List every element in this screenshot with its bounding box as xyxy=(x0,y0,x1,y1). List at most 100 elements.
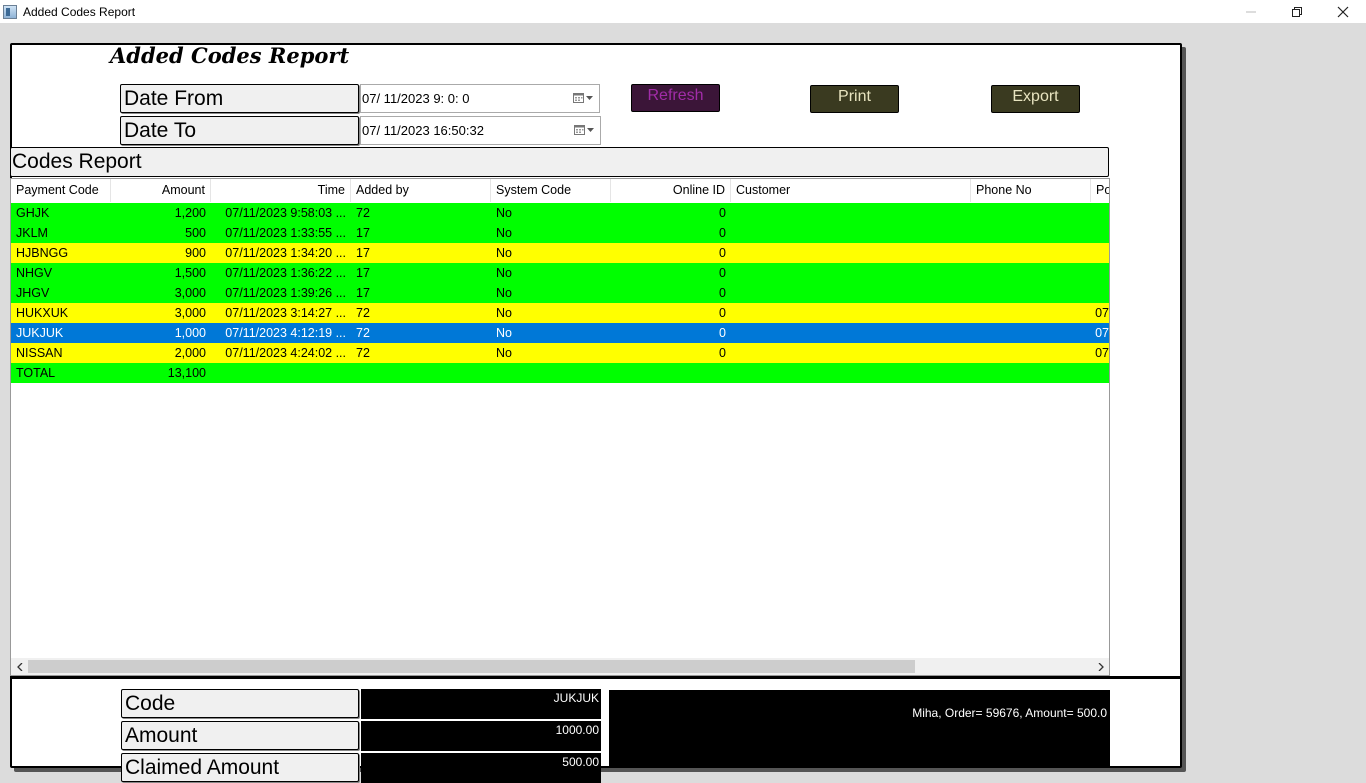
column-header-time[interactable]: Time xyxy=(211,179,351,202)
date-to-value: 07/ 11/2023 16:50:32 xyxy=(362,123,484,138)
cell-added-by: 72 xyxy=(356,326,370,340)
cell-customer xyxy=(731,263,971,283)
refresh-button[interactable]: Refresh xyxy=(631,84,720,112)
cell-time: 07/11/2023 3:14:27 ... xyxy=(225,306,346,320)
cell-time: 07/11/2023 1:39:26 ... xyxy=(225,286,346,300)
cell-added-by xyxy=(351,363,491,383)
cell-added-by: 72 xyxy=(356,346,370,360)
cell-phone-no xyxy=(971,323,1091,343)
cell-online-id: 0 xyxy=(719,246,726,260)
table-row[interactable]: HUKXUK 3,000 07/11/2023 3:14:27 ... 72 No 0 07 xyxy=(11,303,1109,323)
cell-payment-code: HJBNGG xyxy=(16,246,69,260)
cell-system-code: No xyxy=(496,306,512,320)
column-header-added-by[interactable]: Added by xyxy=(351,179,491,202)
report-title: Added Codes Report xyxy=(110,43,350,68)
cell-amount: 500 xyxy=(185,226,206,240)
cell-online-id xyxy=(611,363,731,383)
cell-payment-code: JKLM xyxy=(16,226,48,240)
cell-po xyxy=(1091,223,1109,243)
table-row[interactable]: JHGV 3,000 07/11/2023 1:39:26 ... 17 No 0 xyxy=(11,283,1109,303)
cell-system-code: No xyxy=(496,286,512,300)
app-icon xyxy=(3,4,17,19)
cell-customer xyxy=(731,243,971,263)
cell-phone-no xyxy=(971,343,1091,363)
date-to-label: Date To xyxy=(120,116,359,145)
cell-system-code: No xyxy=(496,226,512,240)
table-row[interactable]: NISSAN 2,000 07/11/2023 4:24:02 ... 72 No 0 07 xyxy=(11,343,1109,363)
date-from-picker[interactable]: 07/ 11/2023 9: 0: 0 xyxy=(360,84,600,113)
cell-added-by: 17 xyxy=(356,286,370,300)
column-header-system-code[interactable]: System Code xyxy=(491,179,611,202)
column-header-online-id[interactable]: Online ID xyxy=(611,179,731,202)
table-row[interactable]: TOTAL 13,100 xyxy=(11,363,1109,383)
scroll-left-icon[interactable] xyxy=(11,658,28,675)
window-controls xyxy=(1228,0,1366,23)
close-button[interactable] xyxy=(1320,0,1366,23)
window-titlebar: Added Codes Report xyxy=(0,0,1366,23)
cell-added-by: 17 xyxy=(356,266,370,280)
calendar-dropdown-icon[interactable] xyxy=(574,125,594,135)
cell-phone-no xyxy=(971,203,1091,223)
cell-amount: 3,000 xyxy=(174,286,206,300)
cell-online-id: 0 xyxy=(719,206,726,220)
cell-online-id: 0 xyxy=(719,286,726,300)
cell-system-code: No xyxy=(496,206,512,220)
column-header-po[interactable]: Po xyxy=(1091,179,1109,202)
scrollbar-thumb[interactable] xyxy=(28,660,915,673)
date-from-value: 07/ 11/2023 9: 0: 0 xyxy=(362,91,470,106)
table-row[interactable]: HJBNGG 900 07/11/2023 1:34:20 ... 17 No 0 xyxy=(11,243,1109,263)
cell-customer xyxy=(731,303,971,323)
column-header-amount[interactable]: Amount xyxy=(111,179,211,202)
cell-payment-code: JHGV xyxy=(16,286,50,300)
codes-report-header: Codes Report xyxy=(10,147,1109,177)
column-header-customer[interactable]: Customer xyxy=(731,179,971,202)
column-header-phone-no[interactable]: Phone No xyxy=(971,179,1091,202)
cell-customer xyxy=(731,283,971,303)
claimed-amount-value: 500.00 xyxy=(361,753,601,783)
cell-customer xyxy=(731,343,971,363)
cell-phone-no xyxy=(971,283,1091,303)
table-row[interactable]: JUKJUK 1,000 07/11/2023 4:12:19 ... 72 No 0 07 xyxy=(11,323,1109,343)
export-button[interactable]: Export xyxy=(991,85,1080,113)
cell-system-code xyxy=(491,363,611,383)
print-button[interactable]: Print xyxy=(810,85,899,113)
order-info-box: Miha, Order= 59676, Amount= 500.0 xyxy=(609,690,1110,768)
cell-customer xyxy=(731,203,971,223)
scroll-right-icon[interactable] xyxy=(1092,658,1109,675)
minimize-button[interactable] xyxy=(1228,0,1274,23)
restore-button[interactable] xyxy=(1274,0,1320,23)
cell-po xyxy=(1091,283,1109,303)
cell-payment-code: HUKXUK xyxy=(16,306,69,320)
cell-payment-code: GHJK xyxy=(16,206,50,220)
date-to-picker[interactable]: 07/ 11/2023 16:50:32 xyxy=(360,116,601,145)
cell-po xyxy=(1091,243,1109,263)
amount-label: Amount xyxy=(121,721,359,750)
cell-system-code: No xyxy=(496,246,512,260)
cell-amount: 13,100 xyxy=(167,366,206,380)
table-row[interactable]: JKLM 500 07/11/2023 1:33:55 ... 17 No 0 xyxy=(11,223,1109,243)
amount-value: 1000.00 xyxy=(361,721,601,751)
cell-amount: 3,000 xyxy=(174,306,206,320)
restore-icon xyxy=(1292,6,1302,17)
minimize-icon xyxy=(1246,11,1256,12)
table-row[interactable]: GHJK 1,200 07/11/2023 9:58:03 ... 72 No 0 xyxy=(11,203,1109,223)
cell-added-by: 17 xyxy=(356,246,370,260)
cell-online-id: 0 xyxy=(719,306,726,320)
horizontal-scrollbar[interactable] xyxy=(11,658,1109,675)
cell-online-id: 0 xyxy=(719,266,726,280)
column-header-payment-code[interactable]: Payment Code xyxy=(11,179,111,202)
section-divider xyxy=(12,676,1180,679)
cell-online-id: 0 xyxy=(719,326,726,340)
cell-po: 07 xyxy=(1095,346,1109,360)
cell-system-code: No xyxy=(496,266,512,280)
cell-time: 07/11/2023 1:34:20 ... xyxy=(225,246,346,260)
cell-po: 07 xyxy=(1095,306,1109,320)
close-icon xyxy=(1337,6,1349,17)
table-row[interactable]: NHGV 1,500 07/11/2023 1:36:22 ... 17 No 0 xyxy=(11,263,1109,283)
cell-po: 07 xyxy=(1095,326,1109,340)
cell-payment-code: NHGV xyxy=(16,266,53,280)
code-value: JUKJUK xyxy=(361,689,601,719)
calendar-dropdown-icon[interactable] xyxy=(573,93,593,103)
codes-table[interactable]: Payment Code Amount Time Added by System… xyxy=(10,178,1110,676)
table-body: GHJK 1,200 07/11/2023 9:58:03 ... 72 No 0 JKLM… xyxy=(11,203,1109,383)
